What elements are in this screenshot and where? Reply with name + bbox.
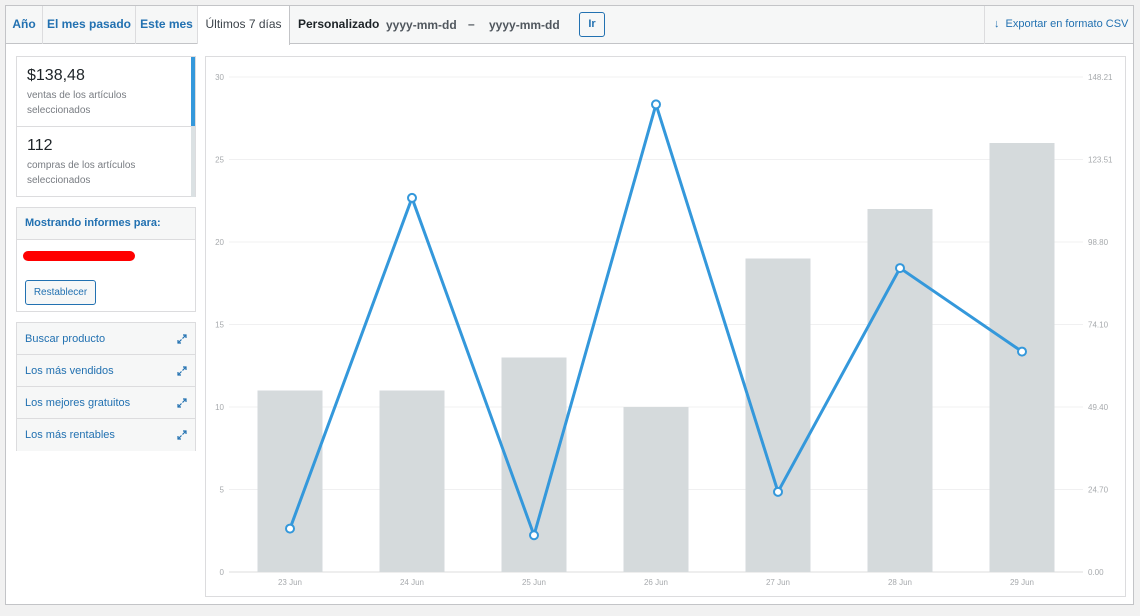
chart-svg: 0 5 10 15 20 25 30 0.00 24.70 49.40 74.10 98.80 123.… [215, 73, 1113, 587]
sales-amount: $138,48 [27, 67, 85, 84]
y-left-tick-label: 0 [220, 568, 225, 577]
reset-button[interactable]: Restablecer [25, 280, 96, 305]
range-tabbar: Año El mes pasado Este mes Últimos 7 día… [6, 6, 1135, 45]
purchases-description: compras de los artículos seleccionados [27, 160, 136, 186]
filter-header: Mostrando informes para: [17, 208, 195, 240]
x-tick-label: 25 Jun [522, 578, 546, 587]
y-right-tick-label: 98.80 [1088, 238, 1109, 247]
purchases-color-bar [191, 127, 195, 197]
line-point [285, 523, 295, 534]
export-label: Exportar en formato CSV [1005, 18, 1129, 30]
widget-label: Los más rentables [25, 429, 115, 441]
line-point [895, 263, 905, 274]
expand-icon [177, 334, 187, 344]
y-right-tick-label: 24.70 [1088, 486, 1109, 495]
line-point [407, 192, 417, 203]
y-left-tick-label: 15 [215, 321, 224, 330]
report-panel: Año El mes pasado Este mes Últimos 7 día… [5, 5, 1134, 605]
download-arrow-icon: ↓ [994, 18, 1000, 30]
tab-last-7-days[interactable]: Últimos 7 días [198, 6, 290, 45]
product-filter-widget: Mostrando informes para: Restablecer [16, 207, 196, 312]
widget-list: Buscar producto Los más vendidos Los mej… [16, 322, 196, 451]
line-point [773, 486, 783, 497]
y-right-tick-label: 0.00 [1088, 568, 1104, 577]
y-right-tick-label: 49.40 [1088, 403, 1109, 412]
y-left-tick-label: 25 [215, 156, 224, 165]
go-button[interactable]: Ir [579, 12, 605, 37]
summary-purchases[interactable]: 112 compras de los artículos seleccionad… [17, 127, 195, 197]
widget-top-sellers[interactable]: Los más vendidos [17, 355, 195, 387]
x-tick-label: 29 Jun [1010, 578, 1034, 587]
y-left-tick-label: 5 [220, 486, 225, 495]
y-left-tick-label: 30 [215, 73, 224, 82]
tab-last-month[interactable]: El mes pasado [43, 6, 136, 44]
widget-label: Los mejores gratuitos [25, 397, 131, 409]
x-tick-label: 24 Jun [400, 578, 424, 587]
summary-sales[interactable]: $138,48 ventas de los artículos seleccio… [17, 57, 195, 127]
date-separator: – [468, 17, 475, 31]
custom-range-label: Personalizado [298, 17, 380, 31]
widget-label: Buscar producto [25, 333, 106, 345]
y-right-tick-label: 74.10 [1088, 321, 1109, 330]
widget-search-product[interactable]: Buscar producto [17, 323, 195, 355]
widget-label: Los más vendidos [25, 365, 114, 377]
expand-icon [177, 430, 187, 440]
bar-29-jun [989, 143, 1055, 572]
bar-24-jun [379, 390, 445, 572]
expand-icon [177, 398, 187, 408]
tab-year[interactable]: Año [6, 6, 43, 44]
summary-legend: $138,48 ventas de los artículos seleccio… [16, 56, 196, 197]
x-tick-label: 27 Jun [766, 578, 790, 587]
line-point [1017, 346, 1027, 357]
x-tick-label: 26 Jun [644, 578, 668, 587]
end-date-input[interactable] [489, 15, 567, 35]
sales-chart: 0 5 10 15 20 25 30 0.00 24.70 49.40 74.10 98.80 123.… [205, 56, 1126, 597]
redacted-product-name [23, 251, 135, 261]
sales-color-bar [191, 57, 195, 126]
export-csv-link[interactable]: ↓ Exportar en formato CSV [984, 6, 1135, 44]
line-point [529, 530, 539, 541]
line-point [651, 99, 661, 110]
widget-top-freebies[interactable]: Los mejores gratuitos [17, 387, 195, 419]
widget-top-earners[interactable]: Los más rentables [17, 419, 195, 451]
start-date-input[interactable] [386, 15, 464, 35]
sales-description: ventas de los artículos seleccionados [27, 90, 127, 116]
tab-this-month[interactable]: Este mes [136, 6, 198, 44]
y-left-tick-label: 10 [215, 403, 224, 412]
expand-icon [177, 366, 187, 376]
x-tick-label: 28 Jun [888, 578, 912, 587]
x-tick-label: 23 Jun [278, 578, 302, 587]
bar-26-jun [623, 407, 689, 572]
y-right-tick-label: 123.51 [1088, 156, 1113, 165]
bar-23-jun [257, 390, 323, 572]
purchases-count: 112 [27, 137, 53, 154]
y-right-tick-label: 148.21 [1088, 73, 1113, 82]
y-left-tick-label: 20 [215, 238, 224, 247]
